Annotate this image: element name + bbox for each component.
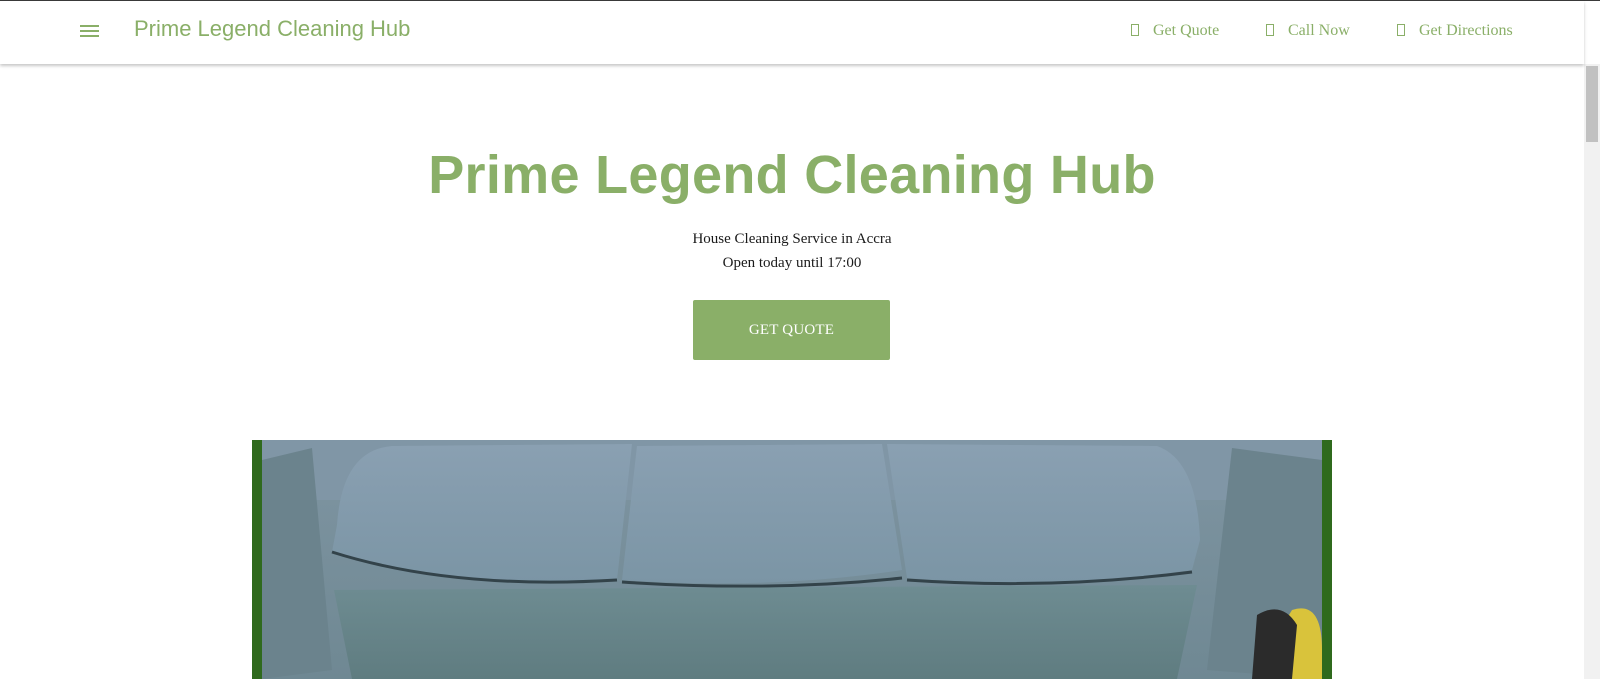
vertical-scrollbar[interactable]: [1584, 64, 1600, 679]
site-header: Prime Legend Cleaning Hub Get Quote Call…: [0, 1, 1584, 64]
opening-hours: Open today until 17:00: [722, 255, 862, 271]
nav-call-now-label: Call Now: [1288, 22, 1350, 39]
hero-photo-sofa: [252, 440, 1332, 679]
scrollbar-thumb[interactable]: [1586, 66, 1598, 142]
hero-subtitle: House Cleaning Service in Accra: [692, 231, 892, 247]
sofa-image: [262, 440, 1322, 679]
nav-get-directions-label: Get Directions: [1419, 22, 1513, 39]
brand-link[interactable]: Prime Legend Cleaning Hub: [134, 16, 410, 42]
page: Prime Legend Cleaning Hub Get Quote Call…: [0, 0, 1600, 679]
nav-get-directions[interactable]: Get Directions: [1397, 22, 1513, 46]
nav-get-quote-label: Get Quote: [1153, 22, 1220, 39]
phone-icon: [1266, 24, 1274, 36]
nav-call-now[interactable]: Call Now: [1266, 22, 1350, 46]
hamburger-menu-icon[interactable]: [80, 23, 100, 39]
hero-title: Prime Legend Cleaning Hub: [428, 145, 1156, 205]
quote-icon: [1131, 24, 1139, 36]
directions-icon: [1397, 24, 1405, 36]
get-quote-button[interactable]: GET QUOTE: [693, 300, 890, 360]
nav-get-quote[interactable]: Get Quote: [1131, 22, 1219, 46]
